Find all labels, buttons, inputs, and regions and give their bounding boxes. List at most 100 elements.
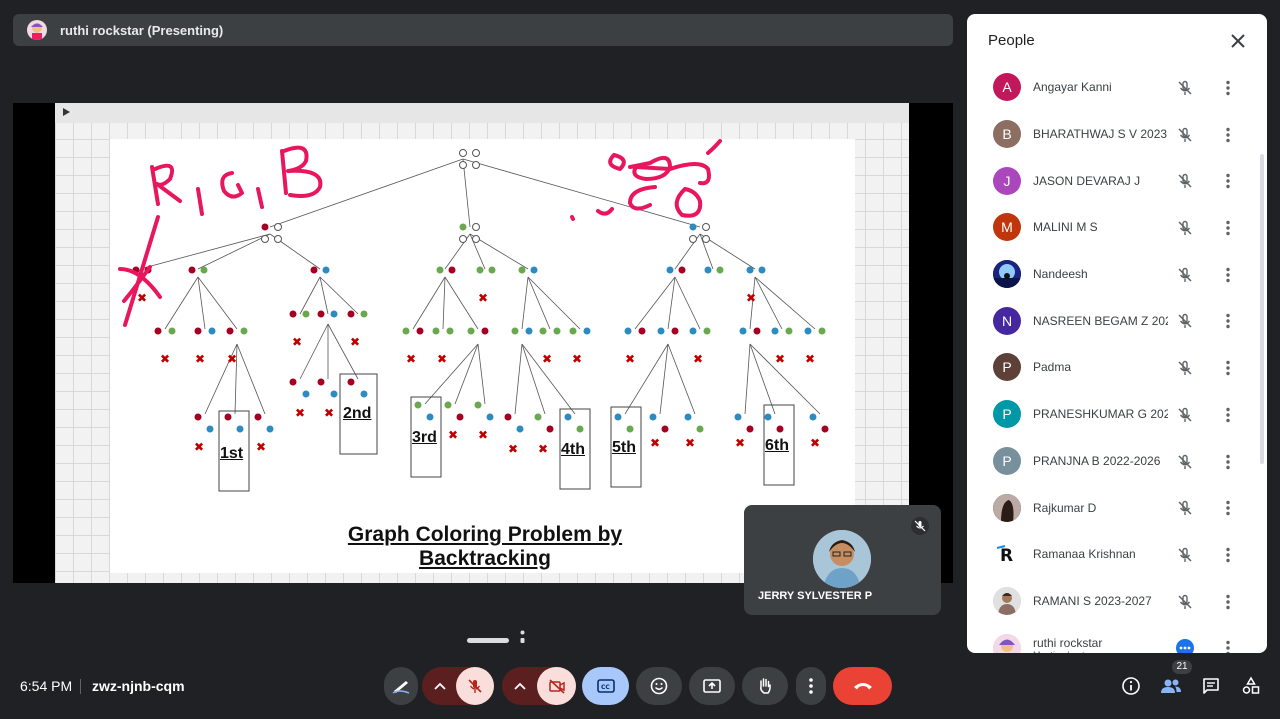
filmstrip-indicator[interactable]: [467, 638, 509, 643]
participant-name-block: Angayar Kanni: [1033, 80, 1168, 94]
more-vert-icon[interactable]: [1219, 593, 1237, 611]
participant-avatar: [993, 493, 1021, 522]
panel-scrollbar[interactable]: [1260, 154, 1264, 464]
more-vert-icon[interactable]: [1219, 453, 1237, 471]
order-label-3rd: 3rd: [412, 429, 437, 446]
participant-row[interactable]: Rajkumar D: [979, 484, 1249, 531]
activities-button[interactable]: [1231, 666, 1271, 706]
more-vert-icon[interactable]: [1219, 79, 1237, 97]
video-options-button[interactable]: [502, 667, 538, 705]
speaking-indicator-icon: [1176, 639, 1194, 653]
participant-avatar: [993, 260, 1021, 289]
svg-text:✖: ✖: [256, 440, 266, 454]
svg-text:✖: ✖: [685, 436, 695, 450]
participant-row[interactable]: RAMANI S 2023-2027: [979, 578, 1249, 625]
participant-row[interactable]: M MALINI M S: [979, 204, 1249, 251]
mic-control-group: [422, 667, 494, 705]
raise-hand-button[interactable]: [742, 667, 788, 705]
participant-row[interactable]: P PRANESHKUMAR G 202...: [979, 391, 1249, 438]
participant-avatar: R: [993, 540, 1021, 569]
svg-text:✖: ✖: [295, 406, 305, 420]
participant-name: Nandeesh: [1033, 267, 1088, 282]
participant-name-block: PRANJNA B 2022-2026: [1033, 454, 1168, 468]
participant-row[interactable]: P PRANJNA B 2022-2026: [979, 438, 1249, 485]
more-vert-icon[interactable]: [1219, 126, 1237, 144]
more-vert-icon[interactable]: [1219, 499, 1237, 517]
participant-name: PRANESHKUMAR G 202...: [1033, 407, 1168, 422]
hang-up-icon: [853, 683, 872, 690]
participant-row[interactable]: ruthi rockstarMeeting host: [979, 624, 1249, 653]
more-vert-icon[interactable]: [1219, 359, 1237, 377]
meeting-code: zwz-njnb-cqm: [92, 678, 185, 694]
slide-title: Graph Coloring Problem by Backtracking: [347, 523, 623, 570]
participant-name-block: MALINI M S: [1033, 220, 1168, 234]
participant-name: MALINI M S: [1033, 220, 1098, 235]
captions-button[interactable]: CC: [582, 667, 629, 705]
svg-text:✖: ✖: [350, 335, 360, 349]
svg-text:CC: CC: [601, 684, 610, 691]
svg-text:✖: ✖: [693, 352, 703, 366]
svg-text:✖: ✖: [810, 436, 820, 450]
participant-name-block: Ramanaa Krishnan: [1033, 547, 1168, 561]
more-vert-icon[interactable]: [1219, 406, 1237, 424]
participant-row[interactable]: R Ramanaa Krishnan: [979, 531, 1249, 578]
svg-text:✖: ✖: [324, 406, 334, 420]
participant-name-block: BHARATHWAJ S V 2023...: [1033, 127, 1168, 141]
meeting-details-button[interactable]: [1111, 666, 1151, 706]
participant-name-block: JASON DEVARAJ J: [1033, 174, 1168, 188]
present-screen-button[interactable]: [689, 667, 735, 705]
play-icon[interactable]: [63, 108, 70, 116]
mic-off-icon: [1176, 406, 1194, 424]
more-vert-icon[interactable]: [1219, 546, 1237, 564]
participant-avatar: [993, 633, 1021, 653]
more-vert-icon[interactable]: [1219, 172, 1237, 190]
mic-off-icon: [1176, 172, 1194, 190]
more-options-button[interactable]: [796, 667, 826, 705]
participant-row[interactable]: J JASON DEVARAJ J: [979, 157, 1249, 204]
people-button[interactable]: [1151, 666, 1191, 706]
participant-row[interactable]: A Angayar Kanni: [979, 64, 1249, 111]
participant-name-block: ruthi rockstarMeeting host: [1033, 636, 1168, 653]
chat-button[interactable]: [1191, 666, 1231, 706]
participant-name: BHARATHWAJ S V 2023...: [1033, 127, 1168, 142]
participant-row[interactable]: N NASREEN BEGAM Z 202...: [979, 297, 1249, 344]
leave-call-button[interactable]: [833, 667, 892, 705]
participant-name-block: RAMANI S 2023-2027: [1033, 594, 1168, 608]
more-dots-icon: [520, 630, 525, 643]
participant-role: Meeting host: [1033, 650, 1168, 653]
participant-avatar: B: [993, 120, 1021, 149]
participant-row[interactable]: P Padma: [979, 344, 1249, 391]
self-view-tile[interactable]: JERRY SYLVESTER P: [744, 505, 941, 615]
more-vert-icon[interactable]: [1219, 266, 1237, 284]
participant-name: Ramanaa Krishnan: [1033, 547, 1136, 562]
mic-off-icon: [1176, 359, 1194, 377]
more-vert-icon[interactable]: [1219, 639, 1237, 653]
more-vert-icon[interactable]: [1219, 312, 1237, 330]
participant-row[interactable]: Nandeesh: [979, 251, 1249, 298]
participant-name-block: PRANESHKUMAR G 202...: [1033, 407, 1168, 421]
svg-text:✖: ✖: [538, 442, 548, 456]
backtracking-tree-diagram: ✖ ✖ ✖ ✖ ✖ ✖ ✖ ✖ ✖ ✖ ✖ ✖ ✖ ✖ ✖ ✖ ✖ ✖ ✖ ✖ ✖ ✖ ✖ ✖ ✖ ✖ ✖ ✖: [118, 139, 829, 492]
svg-text:✖: ✖: [650, 436, 660, 450]
hand-icon: [760, 678, 771, 694]
participant-avatar: N: [993, 306, 1021, 335]
participant-name: Padma: [1033, 360, 1072, 375]
activities-icon: [1242, 676, 1260, 694]
svg-text:✖: ✖: [542, 352, 552, 366]
svg-text:✖: ✖: [735, 436, 745, 450]
annotate-button[interactable]: [384, 667, 418, 705]
more-vert-icon: [809, 678, 813, 694]
svg-text:✖: ✖: [194, 440, 204, 454]
camera-toggle-button[interactable]: [537, 667, 576, 705]
audio-options-button[interactable]: [422, 667, 458, 705]
mic-toggle-button[interactable]: [456, 667, 494, 705]
clock-time: 6:54 PM: [20, 678, 73, 694]
panel-title: People: [988, 32, 1035, 49]
close-icon[interactable]: [1229, 32, 1247, 50]
order-label-6th: 6th: [765, 437, 789, 454]
pen-icon: [392, 681, 410, 694]
more-vert-icon[interactable]: [1219, 219, 1237, 237]
participant-row[interactable]: B BHARATHWAJ S V 2023...: [979, 111, 1249, 158]
reactions-button[interactable]: [636, 667, 682, 705]
people-panel: People A Angayar Kanni B BHARATHWAJ S V 202…: [967, 14, 1267, 653]
